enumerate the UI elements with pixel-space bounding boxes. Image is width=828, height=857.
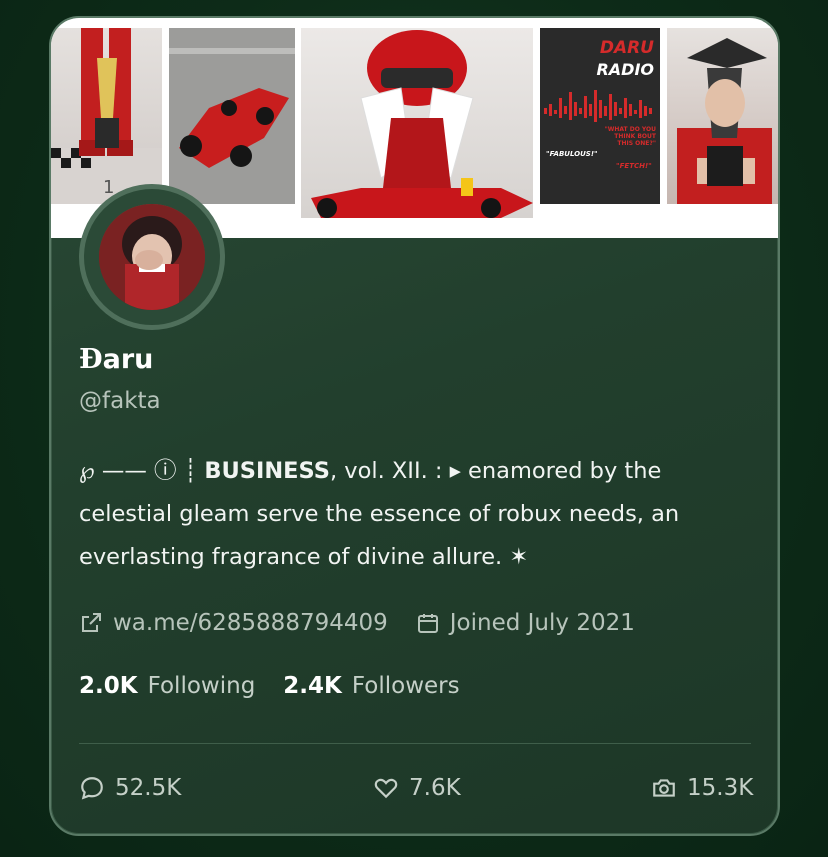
banner-car-image (169, 28, 295, 204)
joined-text: Joined July 2021 (449, 610, 635, 636)
replies-count: 52.5K (115, 775, 182, 801)
followers-label[interactable]: Followers (352, 673, 460, 699)
followers-count[interactable]: 2.4K (283, 673, 342, 699)
likes-stat[interactable]: 7.6K (373, 775, 461, 801)
profile-meta: wa.me/6285888794409 Joined July 2021 (79, 610, 663, 636)
media-stat[interactable]: 15.3K (651, 775, 753, 801)
radio-title: DARU (599, 38, 654, 58)
comment-icon (81, 777, 103, 800)
bio: ℘ —— ⓘ ┊ BUSINESS, vol. XII. : ▸ enamore… (79, 450, 739, 579)
soundwave-graphic (544, 90, 652, 122)
bio-prefix: ℘ —— ⓘ ┊ (79, 458, 205, 484)
user-handle: @fakta (79, 388, 161, 414)
radio-question: "WHAT DO YOU THINK BOUT THIS ONE?" (604, 126, 656, 147)
replies-stat[interactable]: 52.5K (79, 775, 181, 801)
radio-subtitle: RADIO (596, 60, 654, 79)
bio-bold: BUSINESS (204, 458, 330, 484)
media-count: 15.3K (687, 775, 754, 801)
external-link-icon (82, 613, 101, 632)
name-text: aru (102, 344, 154, 375)
name-glyph: Ð (79, 344, 103, 375)
display-name: Ð aru (79, 344, 153, 375)
following-label[interactable]: Following (148, 673, 256, 699)
banner-podium-image: 1 (51, 28, 162, 204)
radio-answer-1: "FABULOUS!" (546, 150, 598, 158)
divider (79, 743, 751, 744)
follow-stats: 2.0K Following 2.4K Followers (79, 673, 488, 699)
website-text: wa.me/6285888794409 (113, 610, 388, 636)
following-count[interactable]: 2.0K (79, 673, 138, 699)
likes-count: 7.6K (409, 775, 461, 801)
banner-radio-image: DARU RADIO "WHAT DO YOU THINK BOUT THIS … (540, 28, 660, 204)
radio-answer-2: "FETCH!" (616, 162, 652, 170)
website-link[interactable]: wa.me/6285888794409 (79, 610, 388, 636)
joined-date: Joined July 2021 (416, 610, 635, 636)
banner-trophy-image (667, 28, 778, 204)
calendar-icon (417, 614, 438, 633)
banner-driver-image (301, 28, 533, 218)
avatar[interactable] (99, 204, 205, 310)
camera-icon (653, 779, 675, 797)
profile-card: 1 DARU RADIO "WHAT DO YOU THINK BOUT THI… (49, 16, 780, 836)
heart-icon (374, 778, 398, 799)
